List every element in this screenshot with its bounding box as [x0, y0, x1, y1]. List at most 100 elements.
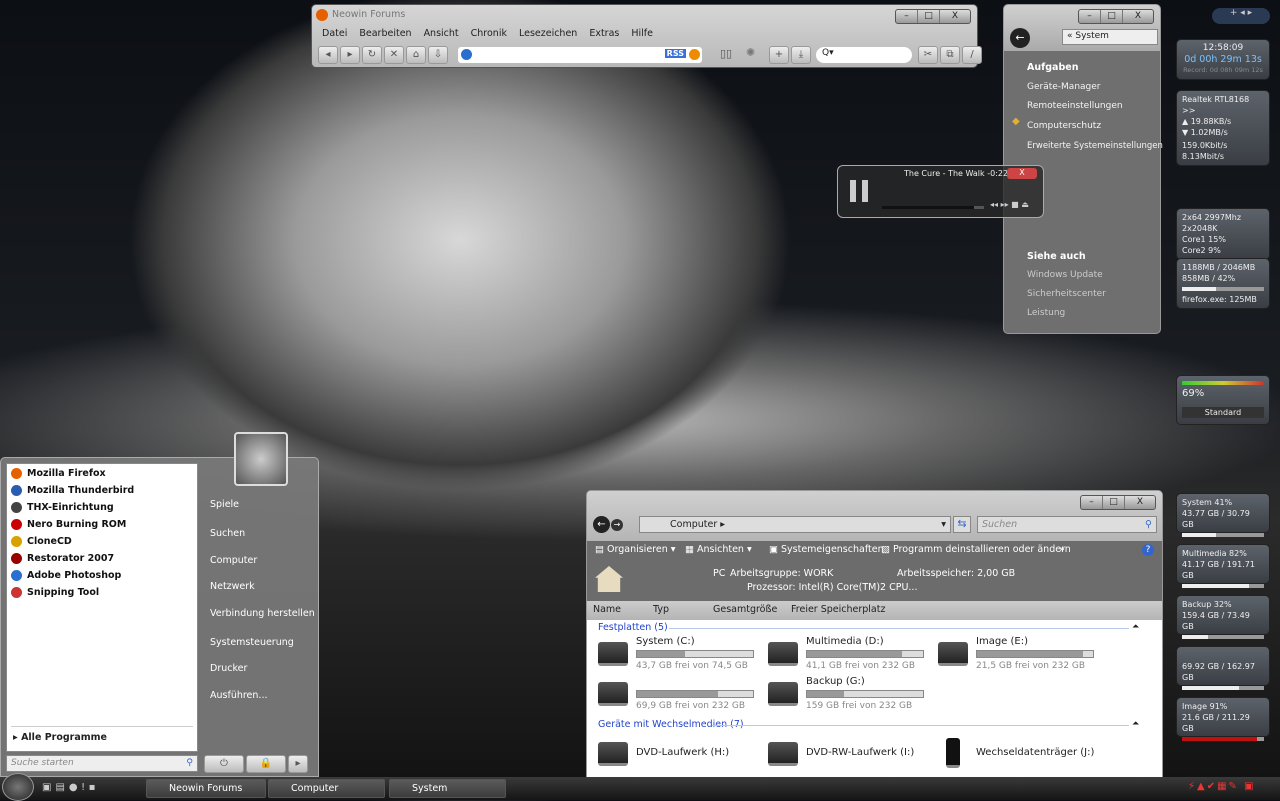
- cut-button[interactable]: ✂: [918, 46, 938, 64]
- minimize-button[interactable]: –: [1081, 496, 1103, 509]
- seek-bar[interactable]: [882, 206, 984, 209]
- link-computerschutz[interactable]: Computerschutz: [1027, 121, 1101, 131]
- col-gesamtgroesse[interactable]: Gesamtgröße: [713, 604, 777, 615]
- sidebar-controls[interactable]: + ◂ ▸: [1212, 8, 1270, 24]
- address-bar[interactable]: « System: [1062, 29, 1158, 45]
- address-bar[interactable]: Computer ▸ ▾: [639, 516, 951, 533]
- drive-item[interactable]: 69,9 GB frei von 232 GB: [598, 676, 763, 716]
- pause-button[interactable]: [850, 180, 868, 202]
- program-item[interactable]: THX-Einrichtung: [11, 502, 114, 513]
- reload-button[interactable]: ↻: [362, 46, 382, 64]
- start-link[interactable]: Drucker: [210, 663, 247, 674]
- ansichten-button[interactable]: ▦ Ansichten ▾: [685, 544, 752, 555]
- quicklaunch-icons[interactable]: ▣▤●ǃ▪: [42, 782, 99, 793]
- go-icon[interactable]: [689, 49, 700, 60]
- maximize-button[interactable]: □: [1101, 10, 1123, 23]
- menu-datei[interactable]: Datei: [322, 28, 347, 39]
- systemeigenschaften-button[interactable]: ▣ Systemeigenschaften: [769, 544, 884, 555]
- window-controls[interactable]: – □ X: [1080, 495, 1156, 510]
- minimize-button[interactable]: –: [896, 10, 918, 23]
- maximize-button[interactable]: □: [918, 10, 940, 23]
- menu-hilfe[interactable]: Hilfe: [631, 28, 653, 39]
- start-link[interactable]: Ausführen...: [210, 690, 267, 701]
- refresh-button[interactable]: ⇆: [953, 516, 971, 533]
- program-item[interactable]: Nero Burning ROM: [11, 519, 126, 530]
- link-geraete-manager[interactable]: Geräte-Manager: [1027, 82, 1101, 92]
- search-box[interactable]: Q▾: [816, 47, 912, 63]
- drive-removable-j[interactable]: Wechseldatenträger (J:): [938, 736, 1103, 776]
- start-search-input[interactable]: Suche starten ⚲: [6, 755, 198, 772]
- organisieren-button[interactable]: ▤ Organisieren ▾: [595, 544, 676, 555]
- more-button[interactable]: »: [1059, 544, 1065, 555]
- rss-badge[interactable]: RSS: [664, 49, 686, 58]
- downloads-button[interactable]: ⤓: [791, 46, 811, 64]
- program-item[interactable]: Adobe Photoshop: [11, 570, 121, 581]
- drive-dvd-h[interactable]: DVD-Laufwerk (H:): [598, 736, 763, 776]
- close-button[interactable]: X: [940, 10, 970, 23]
- group-header-festplatten[interactable]: Festplatten (5): [598, 622, 668, 633]
- power-button[interactable]: ⏻: [204, 755, 244, 773]
- lock-button[interactable]: 🔒: [246, 755, 286, 773]
- back-button[interactable]: ←: [1010, 28, 1030, 48]
- help-icon[interactable]: ?: [1142, 544, 1154, 556]
- back-button[interactable]: ←: [593, 516, 610, 533]
- copy-button[interactable]: ⧉: [940, 46, 960, 64]
- menu-ansicht[interactable]: Ansicht: [424, 28, 459, 39]
- start-link[interactable]: Suchen: [210, 528, 245, 539]
- drive-item[interactable]: Backup (G:) 159 GB frei von 232 GB: [768, 676, 933, 716]
- close-button[interactable]: X: [1125, 496, 1155, 509]
- link-windows-update[interactable]: Windows Update: [1027, 270, 1103, 280]
- home-button[interactable]: ⌂: [406, 46, 426, 64]
- maximize-button[interactable]: □: [1103, 496, 1125, 509]
- start-button[interactable]: [2, 773, 34, 801]
- url-bar[interactable]: RSS: [458, 47, 702, 63]
- shutdown-options-button[interactable]: ▸: [288, 755, 308, 773]
- close-button[interactable]: X: [1007, 168, 1037, 179]
- taskbar-system[interactable]: System: [389, 779, 506, 798]
- close-button[interactable]: X: [1123, 10, 1153, 23]
- start-link[interactable]: Computer: [210, 555, 257, 566]
- col-typ[interactable]: Typ: [653, 604, 669, 615]
- all-programs-button[interactable]: ▸ Alle Programme: [13, 732, 107, 743]
- program-item[interactable]: CloneCD: [11, 536, 72, 547]
- search-input[interactable]: Suchen ⚲: [977, 516, 1157, 533]
- taskbar-neowin-forums[interactable]: Neowin Forums: [146, 779, 266, 798]
- drive-item[interactable]: System (C:) 43,7 GB frei von 74,5 GB: [598, 636, 763, 676]
- new-tab-button[interactable]: +: [769, 46, 789, 64]
- window-controls[interactable]: – □ X: [895, 9, 971, 24]
- menu-lesezeichen[interactable]: Lesezeichen: [519, 28, 577, 39]
- volume-gadget[interactable]: 69% Standard: [1176, 375, 1270, 425]
- forward-button[interactable]: ▸: [340, 46, 360, 64]
- bookmarks-icon[interactable]: ▯▯: [720, 47, 732, 60]
- col-name[interactable]: Name: [593, 604, 621, 615]
- drive-dvd-rw-i[interactable]: DVD-RW-Laufwerk (I:): [768, 736, 933, 776]
- start-link[interactable]: Spiele: [210, 499, 239, 510]
- start-link[interactable]: Verbindung herstellen: [210, 608, 315, 619]
- drive-item[interactable]: Image (E:) 21,5 GB frei von 232 GB: [938, 636, 1103, 676]
- link-remoteeinstellungen[interactable]: Remoteeinstellungen: [1027, 101, 1123, 111]
- back-button[interactable]: ◂: [318, 46, 338, 64]
- menu-extras[interactable]: Extras: [589, 28, 619, 39]
- menu-chronik[interactable]: Chronik: [471, 28, 507, 39]
- minimize-button[interactable]: –: [1079, 10, 1101, 23]
- start-link[interactable]: Systemsteuerung: [210, 637, 294, 648]
- link-sicherheitscenter[interactable]: Sicherheitscenter: [1027, 289, 1106, 299]
- start-link[interactable]: Netzwerk: [210, 581, 255, 592]
- forward-button[interactable]: →: [611, 519, 623, 531]
- link-erweiterte-systemeinstellungen[interactable]: Erweiterte Systemeinstellungen: [1027, 141, 1163, 151]
- program-item[interactable]: Mozilla Thunderbird: [11, 485, 134, 496]
- program-item[interactable]: Restorator 2007: [11, 553, 114, 564]
- program-item[interactable]: Snipping Tool: [11, 587, 99, 598]
- programm-deinstallieren-button[interactable]: ▧ Programm deinstallieren oder ändern: [881, 544, 1071, 555]
- program-item[interactable]: Mozilla Firefox: [11, 468, 106, 479]
- collapse-button[interactable]: ⏶: [1132, 622, 1139, 632]
- stop-button[interactable]: ✕: [384, 46, 404, 64]
- menu-bearbeiten[interactable]: Bearbeiten: [359, 28, 411, 39]
- tray-icons[interactable]: ⚡▲✔▦✎ ▣: [1188, 781, 1256, 792]
- col-freier-speicherplatz[interactable]: Freier Speicherplatz: [791, 604, 885, 615]
- edit-button[interactable]: /: [962, 46, 982, 64]
- taskbar-computer[interactable]: Computer: [268, 779, 385, 798]
- link-leistung[interactable]: Leistung: [1027, 308, 1065, 318]
- drive-item[interactable]: Multimedia (D:) 41,1 GB frei von 232 GB: [768, 636, 933, 676]
- media-controls[interactable]: ◂◂ ▸▸ ■ ⏏: [990, 200, 1029, 209]
